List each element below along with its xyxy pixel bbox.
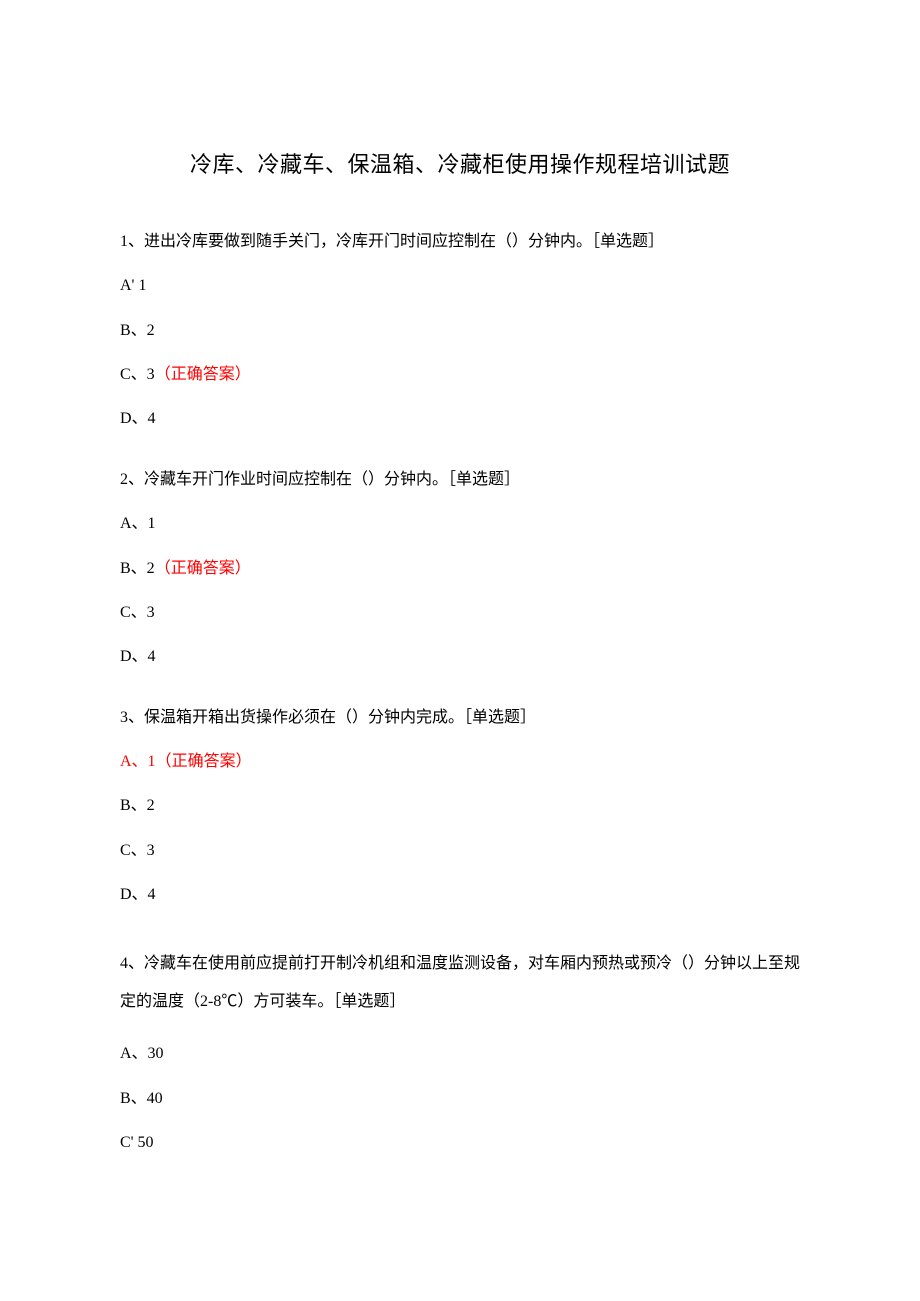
option-label: B、2 bbox=[120, 797, 155, 814]
option-label: C、3 bbox=[120, 366, 155, 383]
option-label: A、1 bbox=[120, 753, 156, 770]
option: D、4 bbox=[120, 646, 800, 668]
option-label: D、4 bbox=[120, 886, 156, 903]
option: A、30 bbox=[120, 1043, 800, 1065]
option-label: B、40 bbox=[120, 1090, 163, 1107]
question-block: 2、冷藏车开门作业时间应控制在（）分钟内。［单选题］ A、1 B、2（正确答案）… bbox=[120, 469, 800, 669]
option-label: A、1 bbox=[120, 515, 156, 532]
question-text: 1、进出冷库要做到随手关门，冷库开门时间应控制在（）分钟内。［单选题］ bbox=[120, 231, 800, 253]
option: C' 50 bbox=[120, 1132, 800, 1154]
correct-answer-label: （正确答案） bbox=[155, 366, 251, 383]
correct-answer-label: （正确答案） bbox=[155, 560, 251, 577]
question-text: 3、保温箱开箱出货操作必须在（）分钟内完成。［单选题］ bbox=[120, 707, 800, 729]
page-title: 冷库、冷藏车、保温箱、冷藏柜使用操作规程培训试题 bbox=[120, 150, 800, 181]
option-label: D、4 bbox=[120, 648, 156, 665]
document-page: 冷库、冷藏车、保温箱、冷藏柜使用操作规程培训试题 1、进出冷库要做到随手关门，冷… bbox=[0, 0, 920, 1293]
option-label: B、2 bbox=[120, 322, 155, 339]
option-label: A、30 bbox=[120, 1045, 164, 1062]
option-label: B、2 bbox=[120, 560, 155, 577]
option: A、1（正确答案） bbox=[120, 751, 800, 773]
option: C、3 bbox=[120, 840, 800, 862]
question-text: 2、冷藏车开门作业时间应控制在（）分钟内。［单选题］ bbox=[120, 469, 800, 491]
option: B、2 bbox=[120, 795, 800, 817]
option-label: A' 1 bbox=[120, 277, 146, 294]
question-block: 3、保温箱开箱出货操作必须在（）分钟内完成。［单选题］ A、1（正确答案） B、… bbox=[120, 707, 800, 907]
option: B、40 bbox=[120, 1088, 800, 1110]
option-label: D、4 bbox=[120, 410, 156, 427]
option-label: C' 50 bbox=[120, 1134, 154, 1151]
option: C、3（正确答案） bbox=[120, 364, 800, 386]
option: B、2（正确答案） bbox=[120, 558, 800, 580]
option-label: C、3 bbox=[120, 842, 155, 859]
option: D、4 bbox=[120, 884, 800, 906]
option: A' 1 bbox=[120, 275, 800, 297]
question-block: 1、进出冷库要做到随手关门，冷库开门时间应控制在（）分钟内。［单选题］ A' 1… bbox=[120, 231, 800, 431]
question-block: 4、冷藏车在使用前应提前打开制冷机组和温度监测设备，对车厢内预热或预冷（）分钟以… bbox=[120, 945, 800, 1155]
option: B、2 bbox=[120, 320, 800, 342]
correct-answer-label: （正确答案） bbox=[156, 753, 252, 770]
option: D、4 bbox=[120, 408, 800, 430]
option: A、1 bbox=[120, 513, 800, 535]
option: C、3 bbox=[120, 602, 800, 624]
option-label: C、3 bbox=[120, 604, 155, 621]
question-text: 4、冷藏车在使用前应提前打开制冷机组和温度监测设备，对车厢内预热或预冷（）分钟以… bbox=[120, 945, 800, 1022]
